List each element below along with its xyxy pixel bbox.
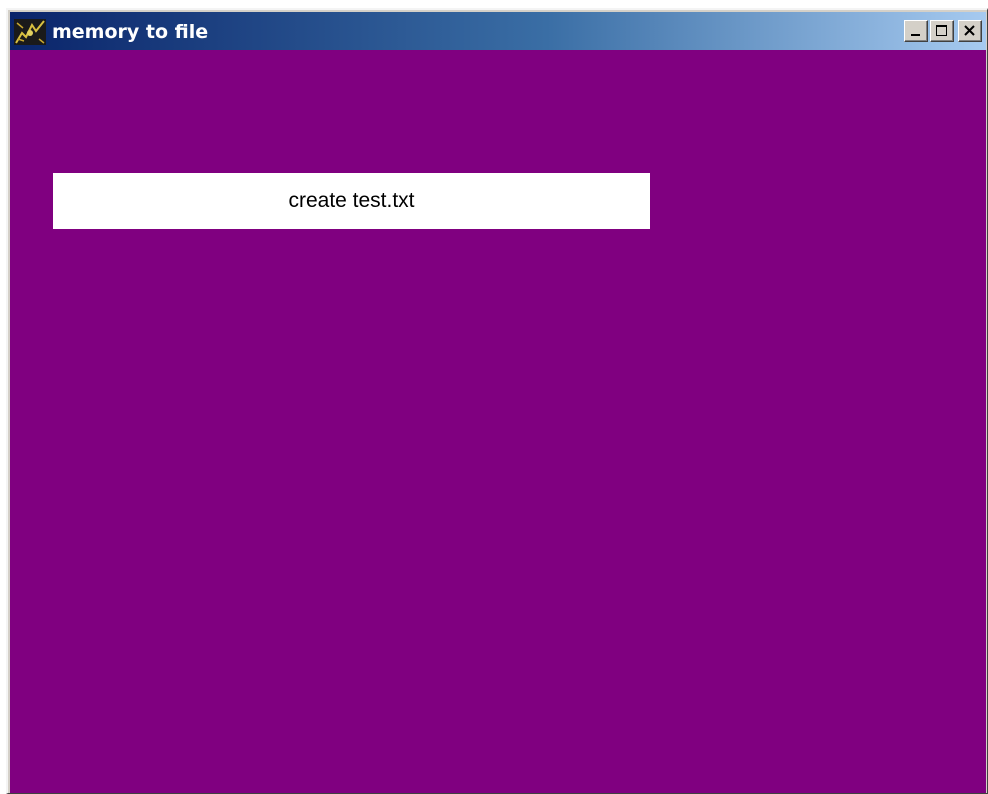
create-test-file-button[interactable]: create test.txt bbox=[53, 173, 650, 229]
minimize-icon bbox=[911, 34, 920, 36]
app-icon[interactable] bbox=[14, 19, 46, 45]
minimize-button[interactable] bbox=[904, 20, 928, 42]
close-icon bbox=[964, 25, 975, 36]
window-title: memory to file bbox=[52, 21, 209, 43]
close-button[interactable] bbox=[958, 20, 982, 42]
title-bar[interactable]: memory to file bbox=[10, 12, 986, 50]
app-window: memory to file create test.txt bbox=[6, 8, 988, 794]
client-area: create test.txt bbox=[10, 50, 986, 793]
maximize-button[interactable] bbox=[930, 20, 954, 42]
maximize-icon bbox=[936, 25, 947, 36]
